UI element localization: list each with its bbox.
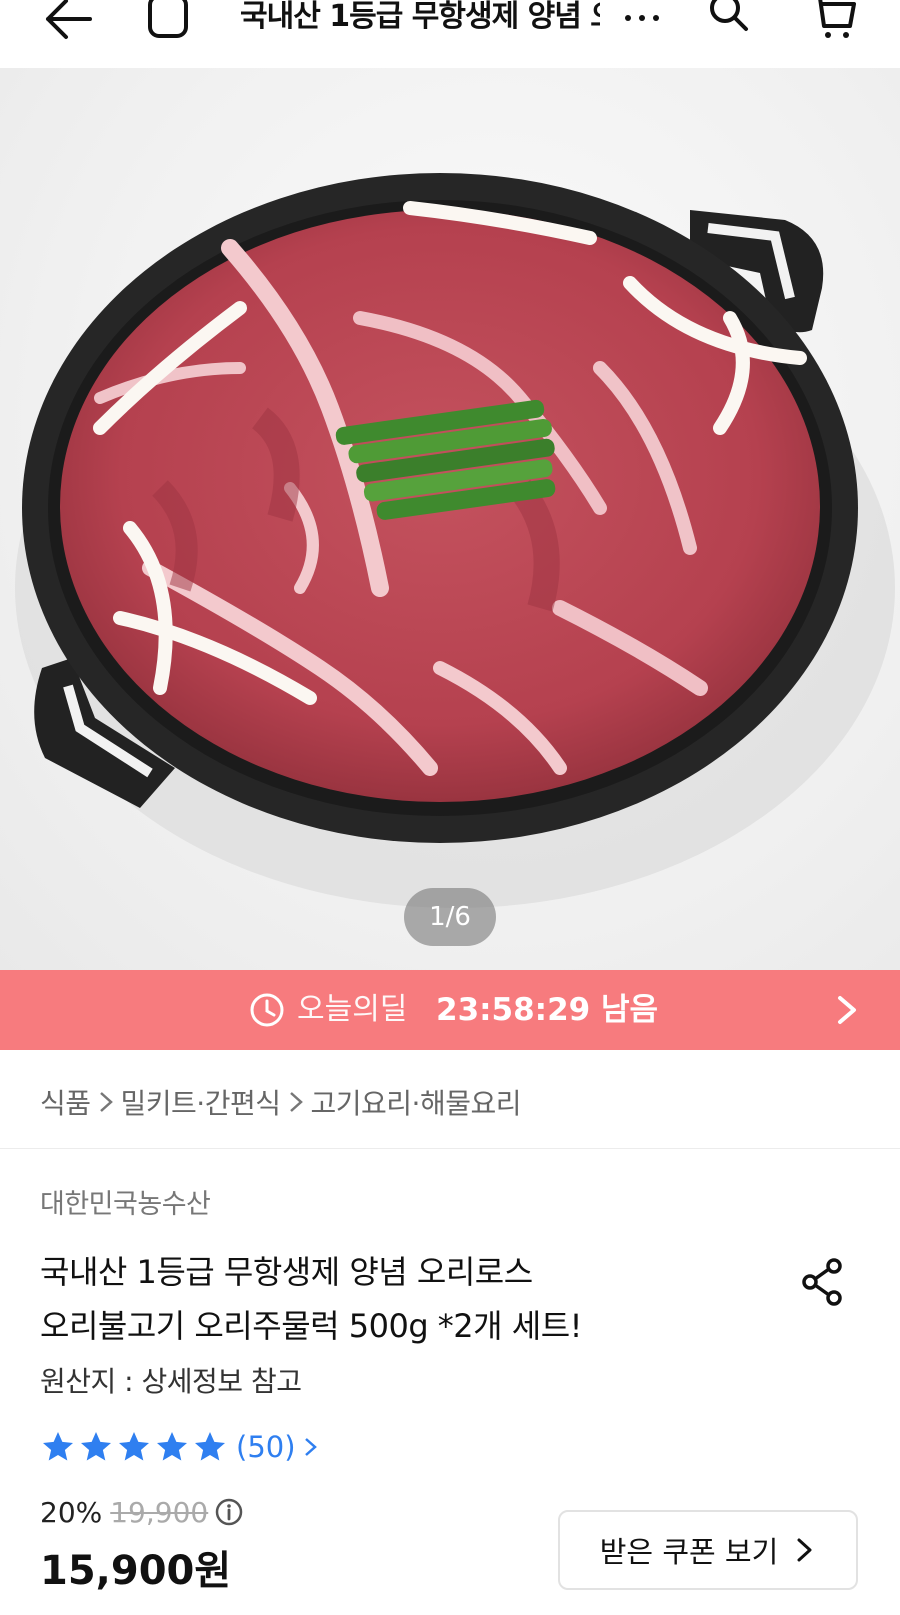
chevron-right-icon <box>304 1438 317 1456</box>
chevron-right-icon <box>289 1092 303 1112</box>
star-icon <box>43 1432 73 1461</box>
discount-rate: 20% <box>40 1495 103 1529</box>
cart-icon[interactable] <box>808 0 858 40</box>
product-title-line: 국내산 1등급 무항생제 양념 오리로스 <box>40 1253 533 1291</box>
discount-row: 20% 19,900 <box>40 1492 244 1532</box>
star-icon <box>157 1432 187 1461</box>
chevron-right-icon <box>99 1092 113 1112</box>
back-arrow-icon[interactable] <box>40 0 96 42</box>
original-price: 19,900 <box>110 1495 209 1529</box>
info-icon[interactable] <box>214 1497 244 1527</box>
share-icon[interactable] <box>798 1256 846 1308</box>
product-title-line: 오리불고기 오리주물럭 500g *2개 세트! <box>40 1307 583 1345</box>
clock-icon <box>250 993 284 1027</box>
todays-deal-banner[interactable]: 오늘의딜 23:58:29 남음 <box>0 970 900 1050</box>
review-count[interactable]: (50) <box>236 1430 296 1464</box>
seller-name[interactable]: 대한민국농수산 <box>40 1182 211 1221</box>
breadcrumb-item[interactable]: 고기요리·해물요리 <box>311 1082 522 1122</box>
breadcrumb-item[interactable]: 밀키트·간편식 <box>121 1082 281 1122</box>
sale-price: 15,900원 <box>40 1548 232 1594</box>
star-rating <box>40 1429 228 1465</box>
view-coupons-button[interactable]: 받은 쿠폰 보기 <box>558 1510 858 1590</box>
product-image-gallery[interactable]: 1/6 <box>0 68 900 970</box>
product-title: 국내산 1등급 무항생제 양념 오리로스 오리불고기 오리주물럭 500g *2… <box>40 1245 760 1353</box>
origin-info: 원산지 : 상세정보 참고 <box>40 1365 302 1398</box>
chevron-right-icon <box>838 996 856 1024</box>
search-icon[interactable] <box>706 0 750 36</box>
breadcrumb-item[interactable]: 식품 <box>40 1082 91 1122</box>
rating-row[interactable]: (50) <box>40 1426 320 1468</box>
deal-label: 오늘의딜 <box>297 992 408 1027</box>
top-app-bar: 국내산 1등급 무항생제 양념 오리로스 오리불고기 오리주물럭 500g *2… <box>0 0 900 68</box>
deal-timer: 23:58:29 남음 <box>436 992 659 1028</box>
chevron-right-icon <box>797 1538 812 1562</box>
more-icon[interactable] <box>620 0 664 36</box>
star-icon <box>119 1432 149 1461</box>
page-title: 국내산 1등급 무항생제 양념 오리로스 오리불고기 오리주물럭 500g *2… <box>240 0 600 34</box>
breadcrumb: 식품 밀키트·간편식 고기요리·해물요리 <box>40 1080 521 1124</box>
product-photo <box>15 173 895 908</box>
home-icon[interactable] <box>146 0 190 42</box>
coupon-button-label: 받은 쿠폰 보기 <box>599 1535 779 1569</box>
star-icon <box>195 1432 225 1461</box>
section-divider <box>0 1148 900 1149</box>
star-icon <box>81 1432 111 1461</box>
image-counter: 1/6 <box>404 888 496 946</box>
